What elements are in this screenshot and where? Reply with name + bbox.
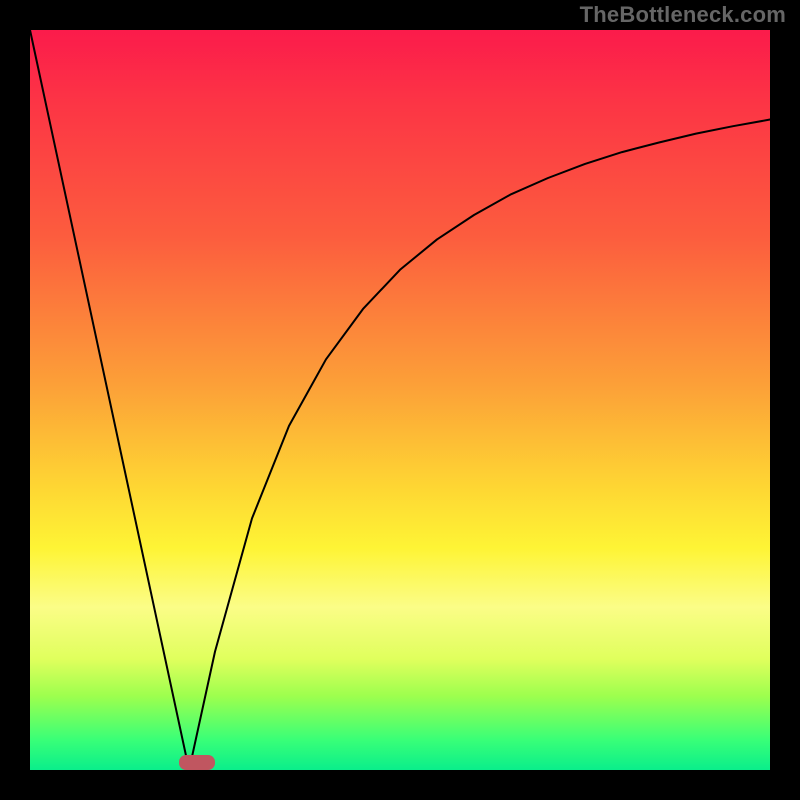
chart-frame: TheBottleneck.com bbox=[0, 0, 800, 800]
plot-svg bbox=[30, 30, 770, 770]
bottleneck-marker bbox=[179, 755, 215, 770]
curve-line bbox=[30, 30, 770, 770]
plot-area bbox=[30, 30, 770, 770]
watermark-text: TheBottleneck.com bbox=[580, 2, 786, 28]
